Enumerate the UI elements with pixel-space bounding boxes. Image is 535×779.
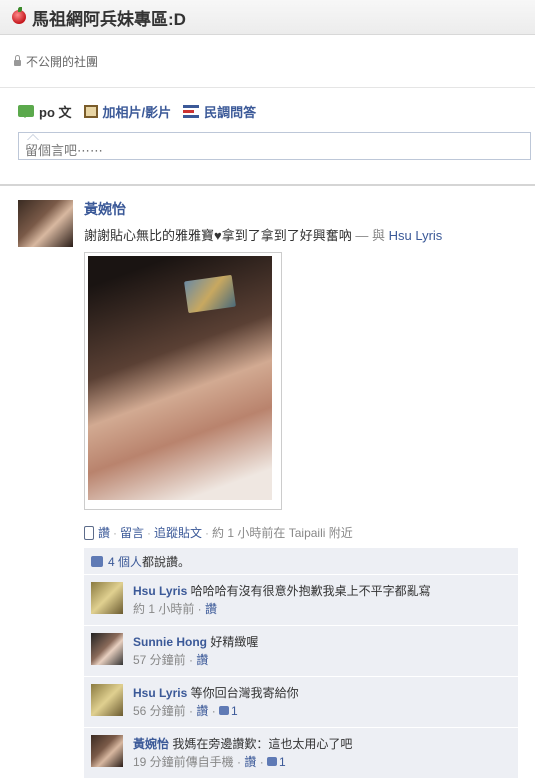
like-link[interactable]: 讚 xyxy=(98,524,110,541)
comment-like-link[interactable]: 讚 xyxy=(244,755,256,769)
comment-text: 哈哈哈有沒有很意外抱歉我桌上不平字都亂寫 xyxy=(190,584,431,598)
commenter-name[interactable]: Hsu Lyris xyxy=(133,584,187,598)
commenter-avatar[interactable] xyxy=(91,633,123,665)
comment-item: Hsu Lyris 哈哈哈有沒有很意外抱歉我桌上不平字都亂寫 約 1 小時前 ·… xyxy=(84,575,518,626)
mobile-icon xyxy=(84,525,94,540)
comment-time[interactable]: 56 分鐘前 xyxy=(133,704,186,718)
poll-icon xyxy=(183,104,200,118)
composer-tabs: po 文 加相片/影片 民調問答 xyxy=(18,100,535,122)
comment-content: 黃婉怡 我媽在旁邊讚歎：這也太用心了吧 19 分鐘前傳自手機 · 讚 · 1 xyxy=(133,735,352,773)
comment-like-link[interactable]: 讚 xyxy=(196,704,208,718)
comment-item: Sunnie Hong 好精緻喔 57 分鐘前 · 讚 xyxy=(84,626,518,677)
photo-icon xyxy=(83,104,98,118)
comment-text: 好精緻喔 xyxy=(210,635,259,649)
thumbs-up-icon xyxy=(91,555,103,567)
comment-like-link[interactable]: 讚 xyxy=(196,653,208,667)
lock-icon xyxy=(14,54,21,66)
commenter-avatar[interactable] xyxy=(91,684,123,716)
privacy-row: 不公開的社團 xyxy=(0,35,535,88)
comment-meta: 約 1 小時前 · 讚 xyxy=(133,602,218,616)
post-input[interactable]: 留個言吧⋯⋯ xyxy=(18,132,531,160)
author-avatar[interactable] xyxy=(18,200,73,247)
tab-post-label: po 文 xyxy=(39,104,72,120)
post-photo[interactable] xyxy=(84,252,282,510)
comment-text: 等你回台灣我寄給你 xyxy=(190,686,299,700)
comment-link[interactable]: 留言 xyxy=(120,524,144,541)
comment-content: Hsu Lyris 哈哈哈有沒有很意外抱歉我桌上不平字都亂寫 約 1 小時前 ·… xyxy=(133,582,431,620)
privacy-label: 不公開的社團 xyxy=(26,54,99,69)
comment-item: Hsu Lyris 等你回台灣我寄給你 56 分鐘前 · 讚 · 1 xyxy=(84,677,518,728)
likers-link[interactable]: 4 個人 xyxy=(108,553,142,570)
tab-poll-label: 民調問答 xyxy=(204,104,257,120)
comment-time[interactable]: 約 1 小時前 xyxy=(133,602,194,616)
commenter-name[interactable]: Hsu Lyris xyxy=(133,686,187,700)
comment-text: 我媽在旁邊讚歎：這也太用心了吧 xyxy=(172,737,353,751)
thumbs-up-icon xyxy=(267,757,278,766)
post-actions: 讚 · 留言 · 追蹤貼文 · 約 1 小時前在 Taipaili 附近 xyxy=(84,524,535,541)
apple-icon xyxy=(12,7,26,24)
comment-time[interactable]: 57 分鐘前 xyxy=(133,653,186,667)
like-count-value: 1 xyxy=(231,704,238,718)
post-timestamp[interactable]: 約 1 小時前在 Taipaili 附近 xyxy=(212,524,353,541)
feed-post: 黃婉怡 謝謝貼心無比的雅雅寶♥拿到了拿到了好興奮吶 — 與 Hsu Lyris … xyxy=(0,186,535,779)
follow-post-link[interactable]: 追蹤貼文 xyxy=(154,524,202,541)
composer: po 文 加相片/影片 民調問答 留個言吧⋯⋯ xyxy=(0,88,535,186)
commenter-name[interactable]: 黃婉怡 xyxy=(133,737,169,751)
commenter-avatar[interactable] xyxy=(91,735,123,767)
post-text: 謝謝貼心無比的雅雅寶♥拿到了拿到了好興奮吶 — 與 Hsu Lyris xyxy=(84,225,535,244)
comment-time[interactable]: 19 分鐘前傳自手機 xyxy=(133,755,234,769)
comment-content: Sunnie Hong 好精緻喔 57 分鐘前 · 讚 xyxy=(133,633,258,671)
tab-post[interactable]: po 文 xyxy=(18,102,72,121)
commenter-avatar[interactable] xyxy=(91,582,123,614)
post-body: 黃婉怡 謝謝貼心無比的雅雅寶♥拿到了拿到了好興奮吶 — 與 Hsu Lyris … xyxy=(84,199,535,779)
photo-image xyxy=(88,256,272,500)
tab-poll[interactable]: 民調問答 xyxy=(183,102,256,121)
tab-photo[interactable]: 加相片/影片 xyxy=(83,102,172,121)
post-message: 謝謝貼心無比的雅雅寶♥拿到了拿到了好興奮吶 xyxy=(84,228,352,243)
comment-like-count[interactable]: 1 xyxy=(219,704,238,718)
separator: · xyxy=(113,525,118,540)
like-count-value: 1 xyxy=(279,755,286,769)
tag-separator: — 與 xyxy=(355,228,385,243)
card-in-photo xyxy=(184,274,236,314)
tab-photo-label: 加相片/影片 xyxy=(102,104,172,120)
feedback-box: 4 個人 都說讚。 Hsu Lyris 哈哈哈有沒有很意外抱歉我桌上不平字都亂寫… xyxy=(84,548,518,779)
group-title[interactable]: 馬祖網阿兵妹專區:D xyxy=(32,5,186,30)
comment-meta: 56 分鐘前 · 讚 · 1 xyxy=(133,704,238,718)
group-header: 馬祖網阿兵妹專區:D xyxy=(0,0,535,35)
comment-meta: 57 分鐘前 · 讚 xyxy=(133,653,209,667)
commenter-name[interactable]: Sunnie Hong xyxy=(133,635,207,649)
status-icon xyxy=(18,105,34,118)
post-author[interactable]: 黃婉怡 xyxy=(84,199,535,219)
composer-pointer xyxy=(27,128,39,140)
comment-like-count[interactable]: 1 xyxy=(267,755,286,769)
comment-like-link[interactable]: 讚 xyxy=(205,602,217,616)
separator: · xyxy=(147,525,152,540)
comment-item: 黃婉怡 我媽在旁邊讚歎：這也太用心了吧 19 分鐘前傳自手機 · 讚 · 1 xyxy=(84,728,518,779)
separator: · xyxy=(205,525,210,540)
tagged-user[interactable]: Hsu Lyris xyxy=(389,228,443,243)
likes-text: 都說讚。 xyxy=(142,554,191,569)
thumbs-up-icon xyxy=(219,706,230,715)
comment-content: Hsu Lyris 等你回台灣我寄給你 56 分鐘前 · 讚 · 1 xyxy=(133,684,299,722)
comment-meta: 19 分鐘前傳自手機 · 讚 · 1 xyxy=(133,755,286,769)
likes-row: 4 個人 都說讚。 xyxy=(84,548,518,575)
